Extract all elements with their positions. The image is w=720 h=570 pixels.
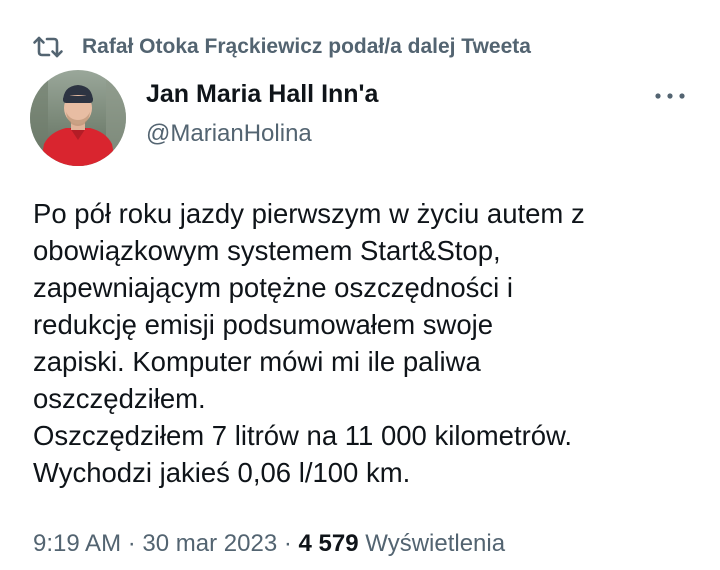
views-count: 4 579 (298, 530, 359, 557)
tweet-line: Oszczędziłem 7 litrów na 11 000 kilometr… (33, 420, 573, 451)
tweet-time[interactable]: 9:19 AM (33, 530, 121, 557)
tweet-date[interactable]: 30 mar 2023 (142, 530, 277, 557)
tweet-line: redukcję emisji podsumowałem swoje (33, 309, 494, 340)
tweet-meta: 9:19 AM · 30 mar 2023 · 4 579 Wyświetlen… (33, 530, 505, 558)
tweet-line: oszczędziłem. (33, 383, 206, 414)
tweet-line: obowiązkowym systemem Start&Stop, (33, 235, 501, 266)
meta-separator: · (127, 530, 136, 557)
tweet-text: Po pół roku jazdy pierwszym w życiu aute… (33, 195, 703, 491)
retweet-label: Rafał Otoka Frąckiewicz podał/a dalej Tw… (82, 35, 531, 58)
meta-separator: · (283, 530, 292, 557)
author-handle[interactable]: @MarianHolina (146, 120, 312, 148)
tweet-line: Wychodzi jakieś 0,06 l/100 km. (33, 457, 411, 488)
avatar[interactable] (30, 70, 126, 166)
tweet-line: zapiski. Komputer mówi mi ile paliwa (33, 346, 481, 377)
more-options-button[interactable] (650, 84, 690, 108)
tweet-line: Po pół roku jazdy pierwszym w życiu aute… (33, 198, 585, 229)
views-label: Wyświetlenia (365, 530, 506, 557)
tweet-line: zapewniającym potężne oszczędności i (33, 272, 513, 303)
author-name[interactable]: Jan Maria Hall Inn'a (146, 80, 378, 109)
more-icon (650, 93, 690, 112)
retweet-icon (32, 34, 64, 60)
retweet-context[interactable]: Rafał Otoka Frąckiewicz podał/a dalej Tw… (32, 30, 531, 64)
